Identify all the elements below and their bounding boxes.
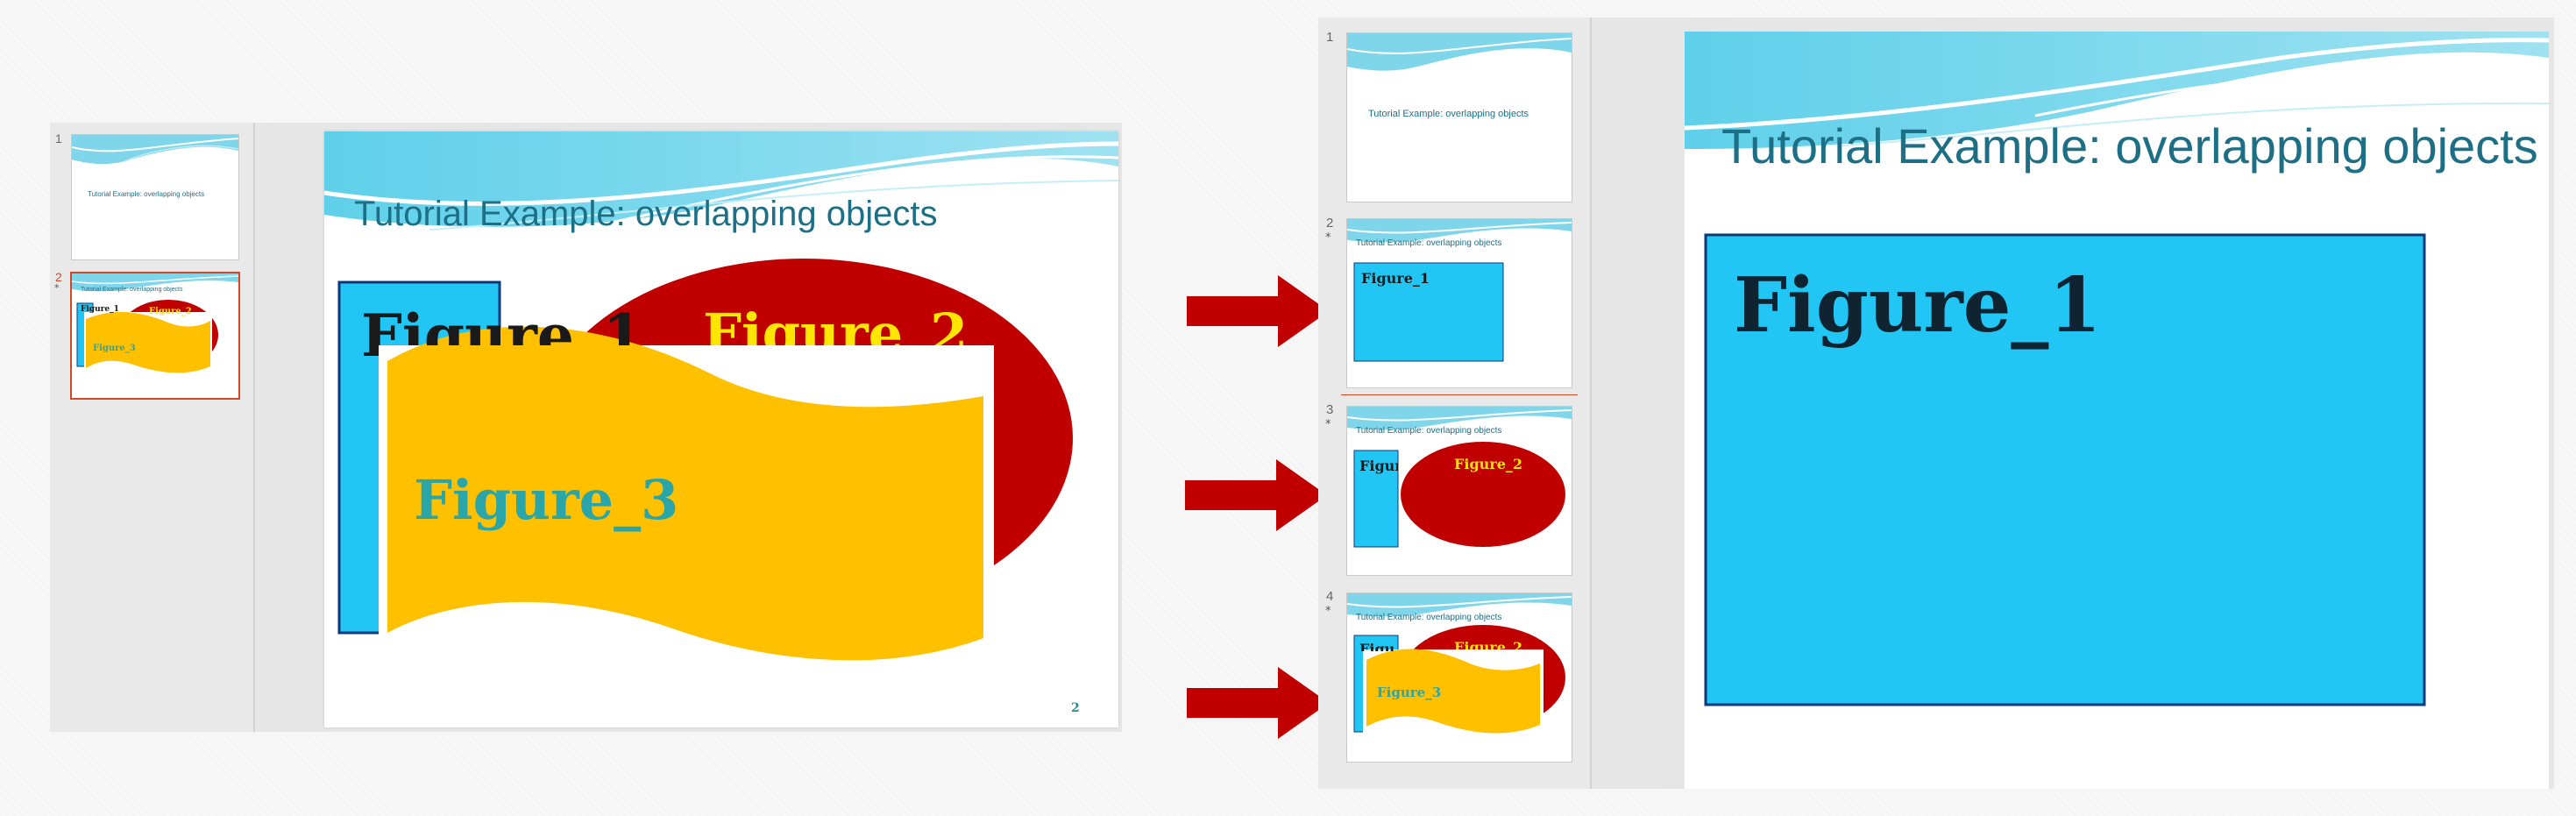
arrow-to-slide-4 (1187, 667, 1329, 739)
thumb-figure-1-label: Figure_1 (1359, 641, 1394, 651)
right-main-figure-1-label: Figure_1 (1734, 261, 2102, 350)
thumb-title: Tutorial Example: overlapping objects (1356, 613, 1502, 622)
left-thumb-2-animation-star: * (54, 282, 60, 294)
left-thumb-1-number: 1 (55, 131, 62, 145)
left-thumb-slide-2[interactable]: Tutorial Example: overlapping objects Fi… (72, 273, 238, 398)
left-thumb-slide-1[interactable]: Tutorial Example: overlapping objects (72, 135, 238, 259)
right-thumb-2-animation-star: * (1325, 231, 1331, 245)
right-thumb-slide-1[interactable]: Tutorial Example: overlapping objects (1347, 33, 1572, 202)
right-thumb-4-number: 4 (1326, 589, 1334, 604)
thumb-figure-2-label: Figure_2 (1454, 639, 1522, 649)
right-main-slide[interactable]: Tutorial Example: overlapping objects Fi… (1685, 32, 2549, 789)
insertion-indicator (1341, 394, 1578, 395)
thumb-title: Tutorial Example: overlapping objects (1356, 426, 1502, 436)
thumb-figure-2-label: Figure_2 (1454, 456, 1522, 472)
right-thumb-3-animation-star: * (1325, 418, 1331, 431)
right-thumb-slide-2[interactable]: Tutorial Example: overlapping objects Fi… (1347, 219, 1572, 387)
thumb-figure-1-label: Figure_1 (1361, 270, 1430, 287)
thumb-figure-1-label: Figure_1 (81, 305, 119, 314)
right-thumb-3-number: 3 (1326, 402, 1334, 417)
main-slide-page-number: 2 (1071, 701, 1080, 715)
left-pane-divider[interactable] (253, 123, 255, 732)
right-main-slide-title: Tutorial Example: overlapping objects (1721, 118, 2538, 174)
right-pane-divider[interactable] (1590, 18, 1592, 789)
figure-3-box-cover: Figure_3 (379, 345, 994, 654)
left-main-slide[interactable]: Tutorial Example: overlapping objects Fi… (324, 131, 1118, 727)
main-figure-3-label: Figure_3 (414, 468, 679, 532)
thumb-figure-1-label: Figure_1 (1359, 458, 1398, 474)
thumb-title: Tutorial Example: overlapping objects (1356, 238, 1502, 248)
thumb-figure-3-label: Figure_3 (1377, 685, 1442, 700)
thumb-title: Tutorial Example: overlapping objects (88, 190, 205, 198)
right-thumb-slide-3[interactable]: Tutorial Example: overlapping objects Fi… (1347, 407, 1572, 575)
right-thumb-2-number: 2 (1326, 216, 1334, 231)
right-thumb-4-animation-star: * (1325, 605, 1331, 618)
right-thumb-slide-4[interactable]: Tutorial Example: overlapping objects Fi… (1347, 593, 1572, 762)
arrow-to-slide-3 (1185, 459, 1327, 531)
thumb-title: Tutorial Example: overlapping objects (1368, 109, 1529, 119)
thumb-title: Tutorial Example: overlapping objects (81, 287, 183, 293)
right-thumb-1-number: 1 (1326, 30, 1334, 45)
arrow-to-slide-2 (1187, 275, 1329, 347)
thumb-figure-3-label: Figure_3 (93, 344, 136, 353)
thumb-figure-2-label: Figure_2 (149, 307, 192, 316)
main-slide-title: Tutorial Example: overlapping objects (354, 195, 938, 233)
